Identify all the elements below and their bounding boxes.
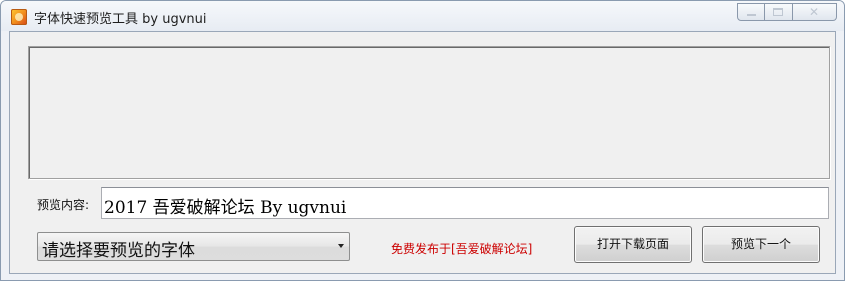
dropdown-arrow-icon	[338, 244, 344, 248]
preview-content-label: 预览内容:	[37, 198, 90, 212]
caption-buttons: ✕	[737, 3, 837, 21]
close-button[interactable]: ✕	[793, 3, 837, 21]
window-title: 字体快速预览工具 by ugvnui	[34, 12, 207, 27]
font-select-value: 请选择要预览的字体	[42, 241, 195, 261]
app-icon[interactable]	[11, 9, 27, 25]
client-area: 预览内容: 请选择要预览的字体 免费发布于[吾爱破解论坛] 打开下载页面 预览下…	[9, 31, 836, 274]
main-window: 字体快速预览工具 by ugvnui ✕ 预览内容: 请选择要预览的字体 免费发…	[0, 0, 845, 281]
maximize-button[interactable]	[765, 3, 793, 21]
font-select-dropdown[interactable]: 请选择要预览的字体	[37, 232, 350, 261]
title-bar[interactable]: 字体快速预览工具 by ugvnui ✕	[1, 1, 844, 31]
minimize-icon	[747, 14, 756, 16]
close-icon: ✕	[809, 5, 820, 19]
font-preview-area	[28, 46, 830, 179]
maximize-icon	[773, 8, 783, 16]
preview-content-input[interactable]	[101, 187, 829, 219]
minimize-button[interactable]	[737, 3, 765, 21]
preview-next-button[interactable]: 预览下一个	[702, 226, 820, 263]
free-release-notice: 免费发布于[吾爱破解论坛]	[391, 242, 533, 256]
open-download-page-button[interactable]: 打开下载页面	[574, 226, 692, 263]
